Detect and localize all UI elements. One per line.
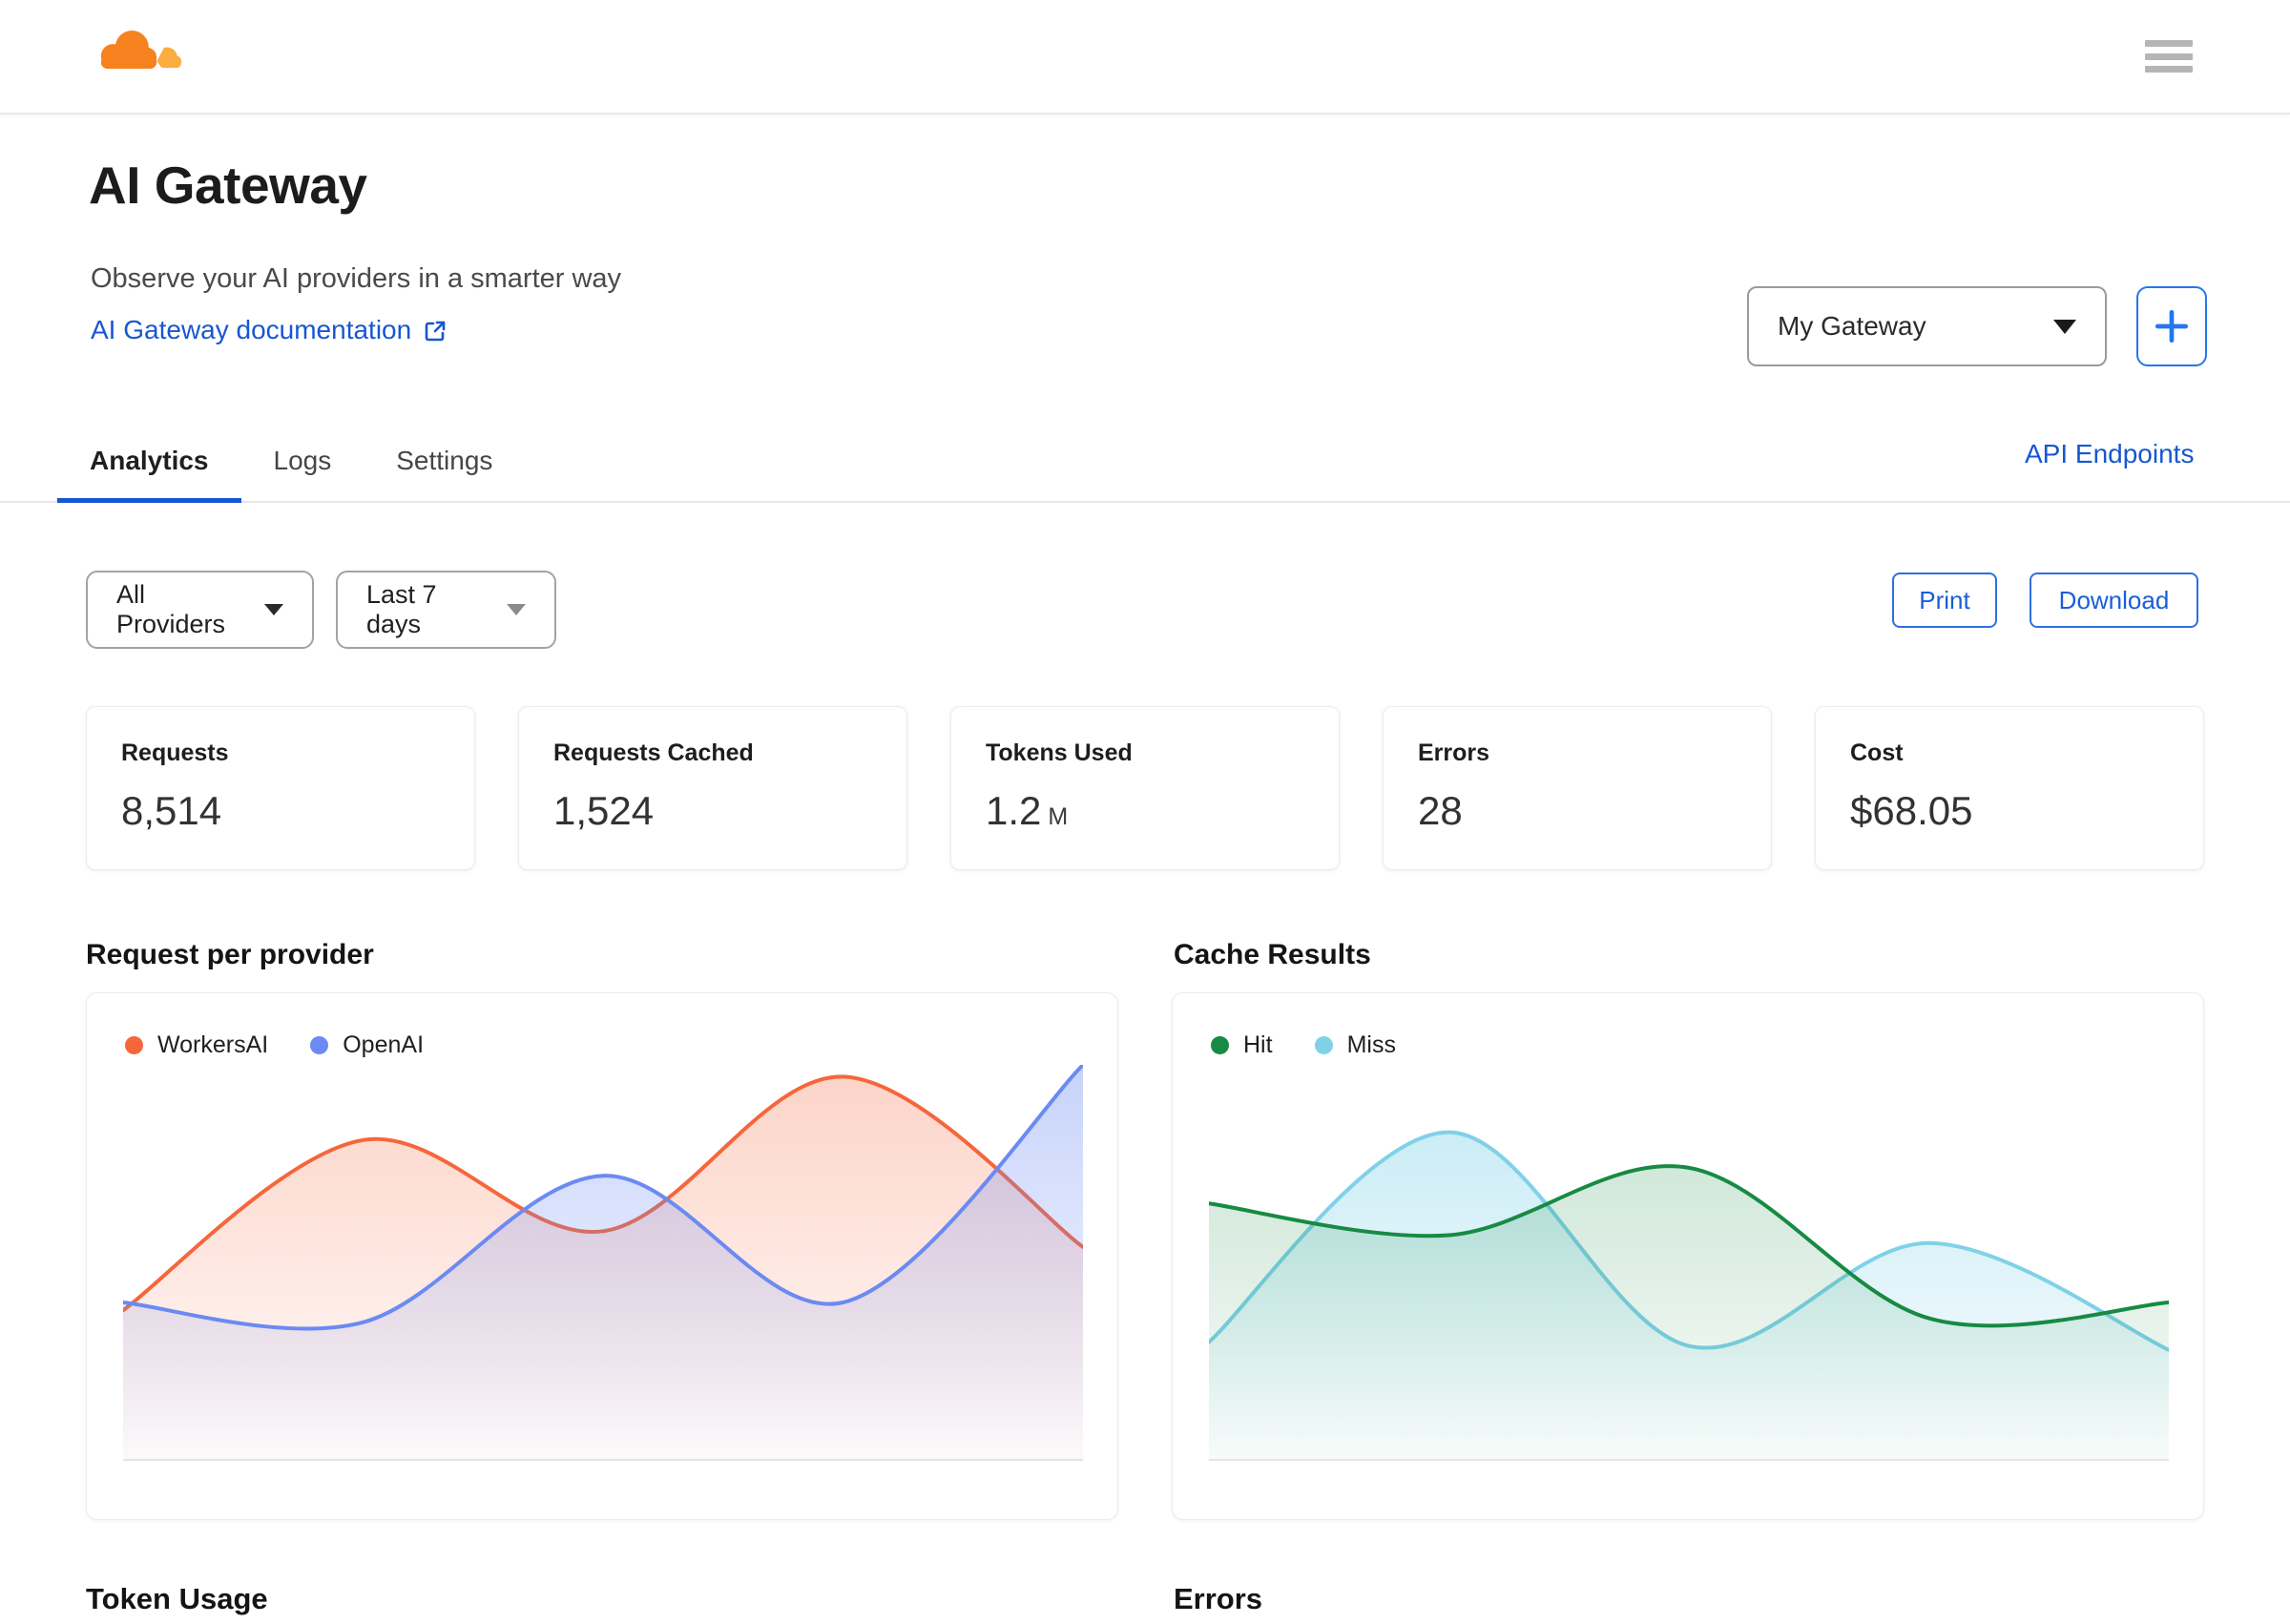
openai-legend-dot <box>310 1036 329 1054</box>
legend-item-openai[interactable]: OpenAI <box>310 1031 424 1059</box>
date-range-dropdown[interactable]: Last 7 days <box>336 571 556 649</box>
topbar <box>0 0 2290 115</box>
stat-label: Tokens Used <box>986 739 1133 766</box>
stat-label: Errors <box>1418 739 1490 766</box>
legend-label: OpenAI <box>343 1031 425 1058</box>
stat-value: 8,514 <box>121 788 222 833</box>
documentation-link-label: AI Gateway documentation <box>91 315 412 344</box>
plus-icon <box>2155 309 2189 344</box>
legend-item-miss[interactable]: Miss <box>1314 1031 1396 1059</box>
chart-title-request-per-provider: Request per provider <box>86 939 374 970</box>
chart-title-cache-results: Cache Results <box>1174 939 1371 970</box>
date-range-value: Last 7 days <box>366 580 437 638</box>
gateway-select-value: My Gateway <box>1778 311 1926 341</box>
download-button[interactable]: Download <box>2030 573 2198 628</box>
tab-bar: Analytics Logs Settings <box>57 420 525 503</box>
legend-label: WorkersAI <box>157 1031 269 1058</box>
print-button[interactable]: Print <box>1892 573 1997 628</box>
provider-filter-value: All Providers <box>116 580 226 638</box>
page-title: AI Gateway <box>89 156 367 215</box>
legend-item-hit[interactable]: Hit <box>1211 1031 1273 1059</box>
tab-settings[interactable]: Settings <box>364 420 525 503</box>
chart-legend: Hit Miss <box>1211 1031 1396 1059</box>
stat-value: $68.05 <box>1850 788 1973 833</box>
stat-card-requests: Requests 8,514 <box>86 706 475 870</box>
stat-label: Requests <box>121 739 229 766</box>
legend-item-workersai[interactable]: WorkersAI <box>125 1031 268 1059</box>
page-subtitle: Observe your AI providers in a smarter w… <box>91 263 622 294</box>
stats-row: Requests 8,514 Requests Cached 1,524 Tok… <box>86 706 2204 870</box>
add-gateway-button[interactable] <box>2136 286 2207 366</box>
stat-card-cost: Cost $68.05 <box>1815 706 2204 870</box>
workersai-legend-dot <box>125 1036 143 1054</box>
stat-card-tokens-used: Tokens Used 1.2 M <box>950 706 1340 870</box>
stat-suffix: M <box>1048 803 1069 830</box>
legend-label: Miss <box>1346 1031 1396 1058</box>
chart-legend: WorkersAI OpenAI <box>125 1031 424 1059</box>
tab-analytics[interactable]: Analytics <box>57 420 241 503</box>
ai-gateway-page: AI Gateway Observe your AI providers in … <box>0 0 2290 1624</box>
tab-logs[interactable]: Logs <box>241 420 364 503</box>
provider-filter-dropdown[interactable]: All Providers <box>86 571 314 649</box>
chevron-down-icon <box>264 604 283 615</box>
api-endpoints-link[interactable]: API Endpoints <box>2025 439 2194 469</box>
request-per-provider-area-chart <box>123 1065 1083 1461</box>
chevron-down-icon <box>2053 319 2076 334</box>
hit-legend-dot <box>1211 1036 1229 1054</box>
stat-value: 1,524 <box>553 788 655 833</box>
chart-title-errors: Errors <box>1174 1582 1263 1615</box>
cache-results-chart-card: Hit Miss <box>1172 992 2204 1520</box>
cloudflare-logo-icon[interactable] <box>91 23 186 76</box>
legend-label: Hit <box>1243 1031 1273 1058</box>
miss-legend-dot <box>1314 1036 1333 1054</box>
gateway-select[interactable]: My Gateway <box>1747 286 2107 366</box>
stat-card-errors: Errors 28 <box>1383 706 1772 870</box>
stat-value: 28 <box>1418 788 1463 833</box>
request-per-provider-chart-card: WorkersAI OpenAI <box>86 992 1118 1520</box>
external-link-icon <box>425 321 446 342</box>
stat-value: 1.2 <box>986 788 1042 833</box>
cache-results-area-chart <box>1209 1130 2169 1461</box>
documentation-link[interactable]: AI Gateway documentation <box>91 315 448 345</box>
stat-label: Requests Cached <box>553 739 754 766</box>
chart-title-token-usage: Token Usage <box>86 1582 268 1615</box>
stat-card-requests-cached: Requests Cached 1,524 <box>518 706 907 870</box>
menu-icon[interactable] <box>2145 40 2193 73</box>
dark-cloud <box>100 31 157 69</box>
stat-label: Cost <box>1850 739 1904 766</box>
chevron-down-icon <box>507 604 526 615</box>
